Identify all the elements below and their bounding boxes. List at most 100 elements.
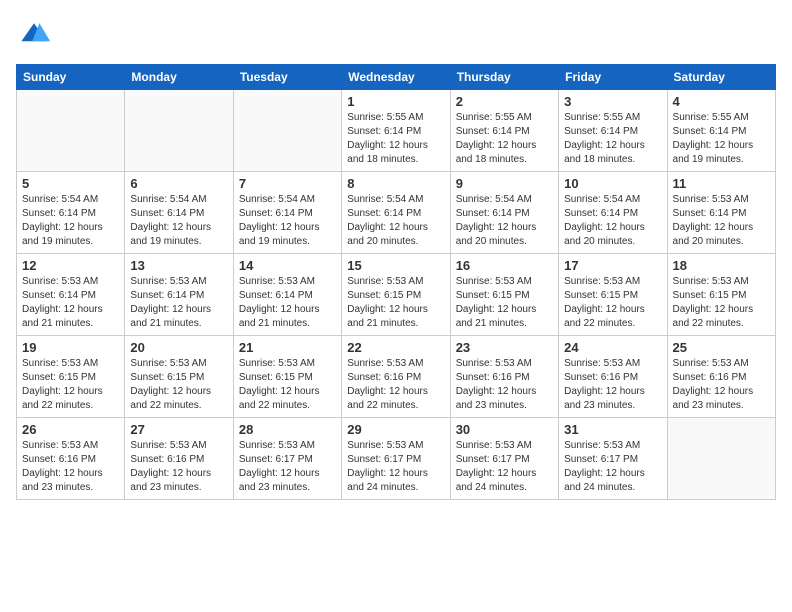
logo-icon bbox=[16, 16, 52, 52]
day-number: 15 bbox=[347, 258, 444, 273]
day-cell-1: 1 Sunrise: 5:55 AM Sunset: 6:14 PM Daylig… bbox=[342, 90, 450, 172]
day-info: Sunrise: 5:55 AM Sunset: 6:14 PM Dayligh… bbox=[347, 111, 444, 167]
day-cell-24: 24 Sunrise: 5:53 AM Sunset: 6:16 PM Dayli… bbox=[559, 336, 667, 418]
page-header bbox=[16, 16, 776, 52]
day-cell-22: 22Sunrise: 5:53 AM Sunset: 6:16 PM Dayli… bbox=[342, 336, 450, 418]
day-info: Sunrise: 5:54 AM Sunset: 6:14 PM Dayligh… bbox=[456, 193, 553, 249]
empty-cell bbox=[233, 90, 341, 172]
day-cell-30: 30 Sunrise: 5:53 AM Sunset: 6:17 PM Dayli… bbox=[450, 418, 558, 500]
day-number: 31 bbox=[564, 422, 661, 437]
day-cell-27: 27 Sunrise: 5:53 AM Sunset: 6:16 PM Dayli… bbox=[125, 418, 233, 500]
day-info: Sunrise: 5:54 AM Sunset: 6:14 PM Dayligh… bbox=[130, 193, 227, 249]
day-number: 23 bbox=[456, 340, 553, 355]
day-cell-15: 15 Sunrise: 5:53 AM Sunset: 6:15 PM Dayli… bbox=[342, 254, 450, 336]
day-number: 5 bbox=[22, 176, 119, 191]
day-cell-14: 14 Sunrise: 5:53 AM Sunset: 6:14 PM Dayli… bbox=[233, 254, 341, 336]
weekday-header-thursday: Thursday bbox=[450, 65, 558, 90]
day-info: Sunrise: 5:53 AM Sunset: 6:15 PM Dayligh… bbox=[673, 275, 770, 331]
empty-cell bbox=[667, 418, 775, 500]
day-cell-3: 3 Sunrise: 5:55 AM Sunset: 6:14 PM Daylig… bbox=[559, 90, 667, 172]
day-cell-9: 9 Sunrise: 5:54 AM Sunset: 6:14 PM Daylig… bbox=[450, 172, 558, 254]
day-cell-16: 16 Sunrise: 5:53 AM Sunset: 6:15 PM Dayli… bbox=[450, 254, 558, 336]
day-number: 10 bbox=[564, 176, 661, 191]
day-cell-29: 29Sunrise: 5:53 AM Sunset: 6:17 PM Dayli… bbox=[342, 418, 450, 500]
day-info: Sunrise: 5:54 AM Sunset: 6:14 PM Dayligh… bbox=[239, 193, 336, 249]
day-number: 13 bbox=[130, 258, 227, 273]
day-number: 16 bbox=[456, 258, 553, 273]
week-row-2: 5 Sunrise: 5:54 AM Sunset: 6:14 PM Daylig… bbox=[17, 172, 776, 254]
day-number: 25 bbox=[673, 340, 770, 355]
day-cell-7: 7 Sunrise: 5:54 AM Sunset: 6:14 PM Daylig… bbox=[233, 172, 341, 254]
day-number: 14 bbox=[239, 258, 336, 273]
weekday-header-tuesday: Tuesday bbox=[233, 65, 341, 90]
day-cell-2: 2Sunrise: 5:55 AM Sunset: 6:14 PM Daylig… bbox=[450, 90, 558, 172]
day-number: 20 bbox=[130, 340, 227, 355]
day-info: Sunrise: 5:53 AM Sunset: 6:15 PM Dayligh… bbox=[239, 357, 336, 413]
day-number: 1 bbox=[347, 94, 444, 109]
day-cell-13: 13 Sunrise: 5:53 AM Sunset: 6:14 PM Dayli… bbox=[125, 254, 233, 336]
day-info: Sunrise: 5:53 AM Sunset: 6:15 PM Dayligh… bbox=[564, 275, 661, 331]
day-cell-18: 18 Sunrise: 5:53 AM Sunset: 6:15 PM Dayli… bbox=[667, 254, 775, 336]
day-number: 29 bbox=[347, 422, 444, 437]
day-cell-21: 21 Sunrise: 5:53 AM Sunset: 6:15 PM Dayli… bbox=[233, 336, 341, 418]
weekday-header-saturday: Saturday bbox=[667, 65, 775, 90]
day-info: Sunrise: 5:53 AM Sunset: 6:15 PM Dayligh… bbox=[347, 275, 444, 331]
day-number: 8 bbox=[347, 176, 444, 191]
week-row-1: 1 Sunrise: 5:55 AM Sunset: 6:14 PM Daylig… bbox=[17, 90, 776, 172]
day-cell-4: 4Sunrise: 5:55 AM Sunset: 6:14 PM Daylig… bbox=[667, 90, 775, 172]
day-info: Sunrise: 5:53 AM Sunset: 6:16 PM Dayligh… bbox=[564, 357, 661, 413]
day-number: 30 bbox=[456, 422, 553, 437]
day-info: Sunrise: 5:55 AM Sunset: 6:14 PM Dayligh… bbox=[564, 111, 661, 167]
day-number: 11 bbox=[673, 176, 770, 191]
calendar-table: SundayMondayTuesdayWednesdayThursdayFrid… bbox=[16, 64, 776, 500]
weekday-header-sunday: Sunday bbox=[17, 65, 125, 90]
day-info: Sunrise: 5:53 AM Sunset: 6:14 PM Dayligh… bbox=[22, 275, 119, 331]
day-info: Sunrise: 5:55 AM Sunset: 6:14 PM Dayligh… bbox=[673, 111, 770, 167]
day-number: 7 bbox=[239, 176, 336, 191]
day-number: 18 bbox=[673, 258, 770, 273]
day-cell-28: 28 Sunrise: 5:53 AM Sunset: 6:17 PM Dayli… bbox=[233, 418, 341, 500]
day-cell-11: 11 Sunrise: 5:53 AM Sunset: 6:14 PM Dayli… bbox=[667, 172, 775, 254]
day-number: 27 bbox=[130, 422, 227, 437]
day-cell-17: 17 Sunrise: 5:53 AM Sunset: 6:15 PM Dayli… bbox=[559, 254, 667, 336]
day-info: Sunrise: 5:54 AM Sunset: 6:14 PM Dayligh… bbox=[22, 193, 119, 249]
day-info: Sunrise: 5:53 AM Sunset: 6:17 PM Dayligh… bbox=[456, 439, 553, 495]
day-info: Sunrise: 5:53 AM Sunset: 6:14 PM Dayligh… bbox=[130, 275, 227, 331]
day-number: 26 bbox=[22, 422, 119, 437]
day-info: Sunrise: 5:53 AM Sunset: 6:17 PM Dayligh… bbox=[239, 439, 336, 495]
day-number: 3 bbox=[564, 94, 661, 109]
day-info: Sunrise: 5:53 AM Sunset: 6:14 PM Dayligh… bbox=[239, 275, 336, 331]
day-info: Sunrise: 5:54 AM Sunset: 6:14 PM Dayligh… bbox=[347, 193, 444, 249]
empty-cell bbox=[17, 90, 125, 172]
day-number: 6 bbox=[130, 176, 227, 191]
weekday-header-wednesday: Wednesday bbox=[342, 65, 450, 90]
day-info: Sunrise: 5:53 AM Sunset: 6:17 PM Dayligh… bbox=[564, 439, 661, 495]
day-cell-25: 25 Sunrise: 5:53 AM Sunset: 6:16 PM Dayli… bbox=[667, 336, 775, 418]
week-row-5: 26 Sunrise: 5:53 AM Sunset: 6:16 PM Dayli… bbox=[17, 418, 776, 500]
day-number: 17 bbox=[564, 258, 661, 273]
day-info: Sunrise: 5:53 AM Sunset: 6:14 PM Dayligh… bbox=[673, 193, 770, 249]
weekday-header-monday: Monday bbox=[125, 65, 233, 90]
empty-cell bbox=[125, 90, 233, 172]
day-number: 2 bbox=[456, 94, 553, 109]
day-info: Sunrise: 5:53 AM Sunset: 6:15 PM Dayligh… bbox=[22, 357, 119, 413]
day-info: Sunrise: 5:53 AM Sunset: 6:16 PM Dayligh… bbox=[456, 357, 553, 413]
day-number: 9 bbox=[456, 176, 553, 191]
day-cell-23: 23 Sunrise: 5:53 AM Sunset: 6:16 PM Dayli… bbox=[450, 336, 558, 418]
day-info: Sunrise: 5:53 AM Sunset: 6:16 PM Dayligh… bbox=[130, 439, 227, 495]
day-cell-10: 10Sunrise: 5:54 AM Sunset: 6:14 PM Dayli… bbox=[559, 172, 667, 254]
day-cell-31: 31 Sunrise: 5:53 AM Sunset: 6:17 PM Dayli… bbox=[559, 418, 667, 500]
day-info: Sunrise: 5:53 AM Sunset: 6:15 PM Dayligh… bbox=[130, 357, 227, 413]
day-info: Sunrise: 5:53 AM Sunset: 6:16 PM Dayligh… bbox=[22, 439, 119, 495]
weekday-header-friday: Friday bbox=[559, 65, 667, 90]
day-info: Sunrise: 5:53 AM Sunset: 6:16 PM Dayligh… bbox=[673, 357, 770, 413]
day-cell-6: 6 Sunrise: 5:54 AM Sunset: 6:14 PM Daylig… bbox=[125, 172, 233, 254]
weekday-header-row: SundayMondayTuesdayWednesdayThursdayFrid… bbox=[17, 65, 776, 90]
day-cell-12: 12Sunrise: 5:53 AM Sunset: 6:14 PM Dayli… bbox=[17, 254, 125, 336]
day-number: 28 bbox=[239, 422, 336, 437]
day-cell-26: 26 Sunrise: 5:53 AM Sunset: 6:16 PM Dayli… bbox=[17, 418, 125, 500]
day-info: Sunrise: 5:53 AM Sunset: 6:15 PM Dayligh… bbox=[456, 275, 553, 331]
day-number: 21 bbox=[239, 340, 336, 355]
day-number: 24 bbox=[564, 340, 661, 355]
day-number: 22 bbox=[347, 340, 444, 355]
